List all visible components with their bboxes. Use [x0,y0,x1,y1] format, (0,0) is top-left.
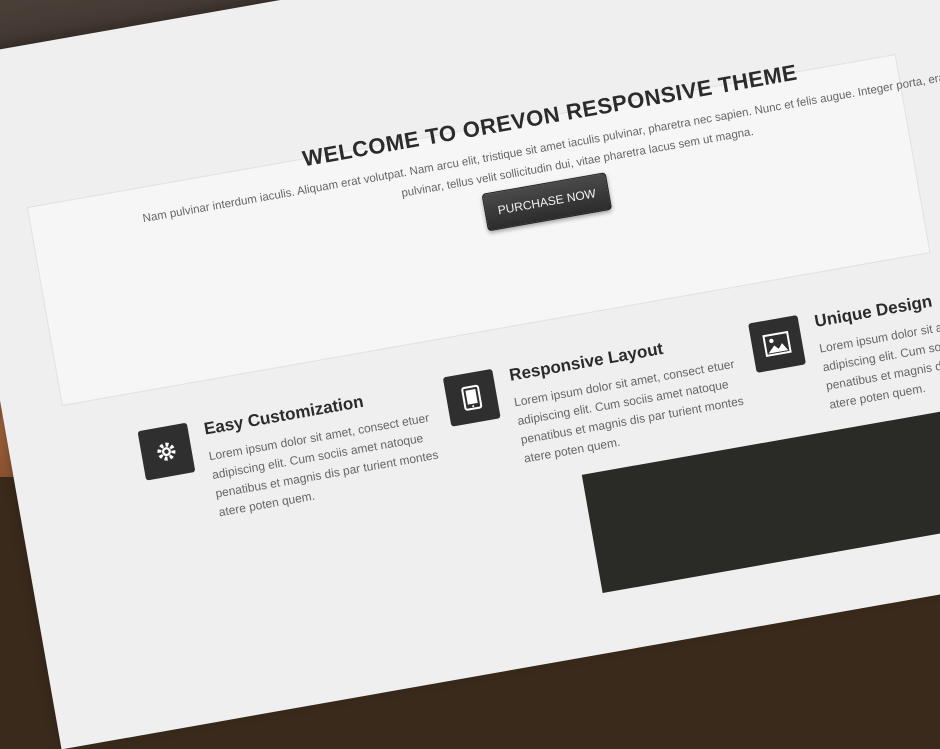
page-content: WELCOME TO OREVON RESPONSIVE THEME Nam p… [0,0,940,749]
feature-responsive-layout: Responsive Layout Lorem ipsum dolor sit … [442,325,745,466]
image-icon [748,315,806,373]
gear-icon [137,422,196,481]
tablet-icon [442,368,501,427]
feature-easy-customization: Easy Customization Lorem ipsum dolor sit… [137,379,439,519]
